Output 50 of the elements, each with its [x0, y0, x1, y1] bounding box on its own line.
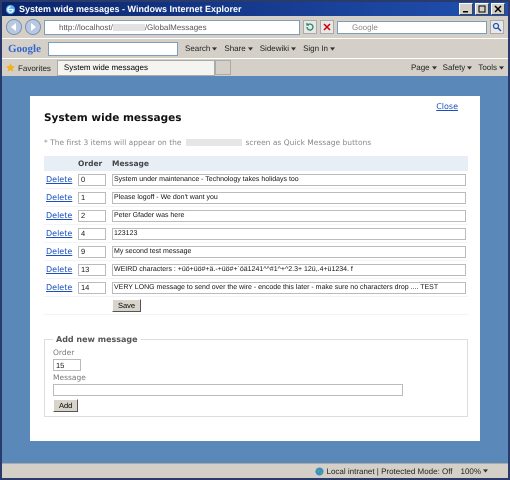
command-menu[interactable]: Tools [478, 63, 504, 72]
refresh-icon[interactable] [303, 20, 317, 34]
zone-text: Local intranet | Protected Mode: Off [326, 466, 453, 476]
globe-icon [314, 466, 324, 476]
caret-icon [499, 66, 504, 70]
caret-icon [248, 46, 253, 51]
delete-link[interactable]: Delete [46, 247, 72, 256]
toolbar-button[interactable]: Share [224, 44, 253, 53]
blurred-text [112, 24, 145, 30]
forward-button[interactable] [25, 19, 41, 35]
dialog-title: System wide messages [44, 112, 183, 124]
blurred-text [186, 139, 242, 146]
maximize-button[interactable] [475, 3, 489, 15]
caret-icon [330, 46, 335, 51]
maximize-icon [478, 5, 486, 13]
stop-icon[interactable] [320, 20, 334, 34]
toolbar-button[interactable]: Sidewiki [260, 44, 296, 53]
toolbar-search-field[interactable] [48, 42, 178, 56]
toolbar-button[interactable]: Search [185, 44, 218, 53]
address-field[interactable]: http://localhost/ /GlobalMessages [44, 20, 300, 34]
command-menu[interactable]: Page [410, 63, 437, 72]
search-field[interactable]: Google [337, 20, 487, 34]
group-legend: Add new message [53, 335, 141, 344]
caret-icon [467, 66, 472, 70]
search-icon[interactable] [490, 20, 504, 34]
browser-tab[interactable]: System wide messages [56, 60, 215, 76]
delete-link[interactable]: Delete [46, 283, 72, 292]
favorites-button[interactable]: Favorites [6, 62, 51, 72]
google-logo: Google [8, 42, 41, 54]
message-input[interactable] [53, 384, 403, 396]
browser-logo-icon [5, 4, 16, 14]
caret-icon [483, 469, 488, 474]
toolbar-button[interactable]: Sign In [303, 44, 335, 53]
window-title: System wide messages - Windows Internet Explorer [19, 4, 242, 14]
command-menu[interactable]: Safety [442, 63, 472, 72]
close-button[interactable] [491, 3, 505, 15]
close-icon [494, 5, 502, 13]
minimize-button[interactable] [459, 3, 473, 15]
delete-link[interactable]: Delete [46, 175, 72, 184]
caret-icon [432, 66, 437, 70]
zoom-button[interactable]: 100% [460, 466, 488, 476]
star-icon [6, 62, 15, 72]
delete-link[interactable]: Delete [46, 193, 72, 202]
close-link[interactable]: Close [436, 102, 458, 111]
caret-icon [212, 46, 218, 51]
delete-link[interactable]: Delete [46, 229, 72, 238]
delete-link[interactable]: Delete [46, 265, 72, 274]
caret-icon [291, 46, 296, 51]
back-button[interactable] [6, 19, 22, 35]
delete-link[interactable]: Delete [46, 211, 72, 220]
